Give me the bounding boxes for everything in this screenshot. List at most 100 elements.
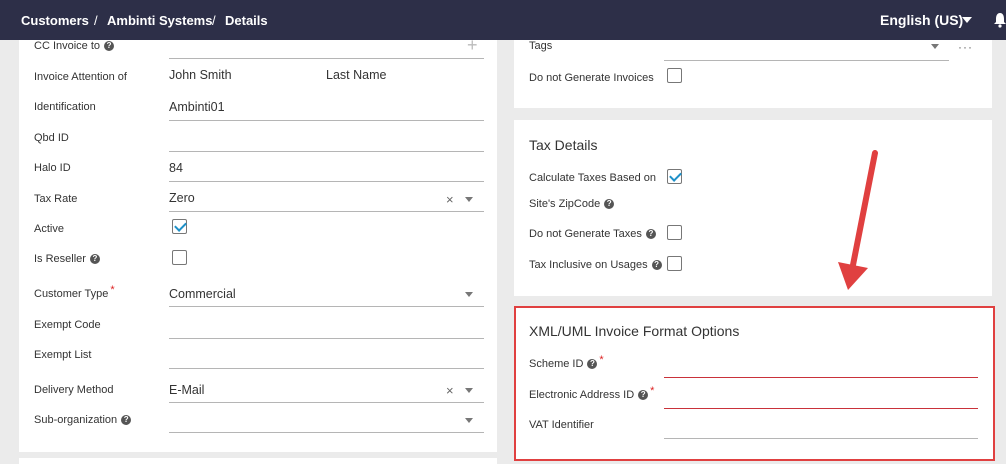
- help-icon[interactable]: ?: [587, 359, 598, 369]
- tax-rate-label: Tax Rate: [34, 193, 77, 205]
- exempt-list-label: Exempt List: [34, 349, 91, 361]
- chevron-down-icon[interactable]: [465, 418, 473, 423]
- help-icon[interactable]: ?: [104, 41, 115, 51]
- more-options-icon[interactable]: ···: [958, 40, 973, 54]
- sub-organization-underline: [169, 432, 484, 433]
- active-text: Active: [34, 223, 64, 235]
- bell-icon[interactable]: [994, 12, 1006, 28]
- invoice-attention-text: Invoice Attention of: [34, 71, 127, 83]
- tags-text: Tags: [529, 40, 553, 52]
- tax-inclusive-text: Tax Inclusive on Usages: [529, 259, 648, 271]
- do-not-generate-taxes-checkbox[interactable]: [667, 225, 682, 240]
- tags-label: Tags: [529, 40, 552, 52]
- breadcrumb-company[interactable]: Ambinti Systems: [107, 13, 212, 28]
- help-icon[interactable]: ?: [638, 390, 649, 400]
- cc-invoice-to-text: CC Invoice to: [34, 40, 101, 52]
- breadcrumb-details: Details: [225, 13, 268, 28]
- do-not-generate-invoices-text: Do not Generate Invoices: [529, 72, 654, 84]
- required-marker: *: [110, 284, 115, 296]
- identification-label: Identification: [34, 101, 96, 113]
- calculate-taxes-label-line2: Site's ZipCode ?: [529, 198, 615, 210]
- calculate-taxes-checkbox[interactable]: [667, 169, 682, 184]
- is-reseller-label: Is Reseller ?: [34, 253, 100, 265]
- breadcrumb-separator: /: [94, 13, 98, 28]
- delivery-method-underline: [169, 402, 484, 403]
- tax-inclusive-checkbox[interactable]: [667, 256, 682, 271]
- halo-id-underline: [169, 181, 484, 182]
- customer-type-select[interactable]: Commercial: [169, 287, 236, 301]
- clear-icon[interactable]: ×: [446, 193, 454, 206]
- identification-input[interactable]: Ambinti01: [169, 100, 225, 114]
- help-icon[interactable]: ?: [121, 415, 132, 425]
- help-icon[interactable]: ?: [645, 229, 656, 239]
- do-not-generate-invoices-label: Do not Generate Invoices: [529, 72, 654, 84]
- help-icon[interactable]: ?: [604, 199, 615, 209]
- breadcrumb-separator: /: [212, 13, 216, 28]
- language-selector[interactable]: English (US): [880, 12, 963, 28]
- identification-underline: [169, 120, 484, 121]
- cc-invoice-to-field[interactable]: [169, 58, 484, 59]
- first-name-input[interactable]: John Smith: [169, 68, 232, 82]
- chevron-down-icon[interactable]: [465, 197, 473, 202]
- chevron-down-icon[interactable]: [931, 44, 939, 49]
- breadcrumb-customers[interactable]: Customers: [21, 13, 89, 28]
- customer-type-label: Customer Type *: [34, 284, 115, 300]
- tax-inclusive-label: Tax Inclusive on Usages ?: [529, 259, 662, 271]
- scheme-id-text: Scheme ID: [529, 358, 584, 370]
- tax-rate-underline: [169, 211, 484, 212]
- calculate-taxes-label: Calculate Taxes Based on: [529, 172, 656, 184]
- active-checkbox[interactable]: [172, 219, 187, 234]
- calculate-taxes-text: Calculate Taxes Based on: [529, 172, 656, 184]
- chevron-down-icon[interactable]: [962, 17, 972, 23]
- last-name-input[interactable]: Last Name: [326, 68, 386, 82]
- cc-invoice-to-label: CC Invoice to ?: [34, 40, 115, 52]
- qbd-id-underline: [169, 151, 484, 152]
- next-card-edge: [19, 458, 497, 464]
- vat-identifier-input[interactable]: [664, 438, 978, 439]
- scheme-id-input[interactable]: [664, 377, 978, 378]
- exempt-list-underline: [169, 368, 484, 369]
- delivery-method-select[interactable]: E-Mail: [169, 383, 204, 397]
- chevron-down-icon[interactable]: [465, 388, 473, 393]
- electronic-address-id-text: Electronic Address ID: [529, 389, 635, 401]
- help-icon[interactable]: ?: [651, 260, 662, 270]
- electronic-address-id-label: Electronic Address ID ? *: [529, 385, 654, 401]
- clear-icon[interactable]: ×: [446, 384, 454, 397]
- xml-options-title: XML/UML Invoice Format Options: [529, 323, 740, 339]
- halo-id-input[interactable]: 84: [169, 161, 183, 175]
- tags-select[interactable]: [664, 60, 949, 61]
- active-label: Active: [34, 223, 64, 235]
- identification-text: Identification: [34, 101, 96, 113]
- help-icon[interactable]: ?: [89, 254, 100, 264]
- do-not-generate-invoices-checkbox[interactable]: [667, 68, 682, 83]
- invoice-attention-label: Invoice Attention of: [34, 71, 127, 83]
- vat-identifier-label: VAT Identifier: [529, 419, 594, 431]
- is-reseller-checkbox[interactable]: [172, 250, 187, 265]
- required-marker: *: [650, 385, 655, 397]
- calculate-taxes-text-line2: Site's ZipCode: [529, 198, 601, 210]
- sub-organization-label: Sub-organization ?: [34, 414, 132, 426]
- do-not-generate-taxes-text: Do not Generate Taxes: [529, 228, 642, 240]
- add-icon[interactable]: +: [467, 36, 478, 54]
- tax-details-title: Tax Details: [529, 137, 598, 153]
- qbd-id-label: Qbd ID: [34, 132, 69, 144]
- exempt-code-label: Exempt Code: [34, 319, 101, 331]
- delivery-method-label: Delivery Method: [34, 384, 113, 396]
- tax-rate-text: Tax Rate: [34, 193, 78, 205]
- scheme-id-label: Scheme ID ? *: [529, 354, 604, 370]
- qbd-id-text: Qbd ID: [34, 132, 69, 144]
- sub-organization-text: Sub-organization: [34, 414, 118, 426]
- annotation-arrow-icon: [838, 150, 878, 290]
- customer-type-text: Customer Type: [34, 288, 109, 300]
- top-navigation-bar: Customers / Ambinti Systems / Details En…: [0, 0, 1006, 40]
- exempt-list-text: Exempt List: [34, 349, 92, 361]
- halo-id-text: Halo ID: [34, 162, 71, 174]
- is-reseller-text: Is Reseller: [34, 253, 86, 265]
- exempt-code-underline: [169, 338, 484, 339]
- vat-identifier-text: VAT Identifier: [529, 419, 594, 431]
- exempt-code-text: Exempt Code: [34, 319, 101, 331]
- delivery-method-text: Delivery Method: [34, 384, 114, 396]
- electronic-address-id-input[interactable]: [664, 408, 978, 409]
- tax-rate-select[interactable]: Zero: [169, 191, 195, 205]
- chevron-down-icon[interactable]: [465, 292, 473, 297]
